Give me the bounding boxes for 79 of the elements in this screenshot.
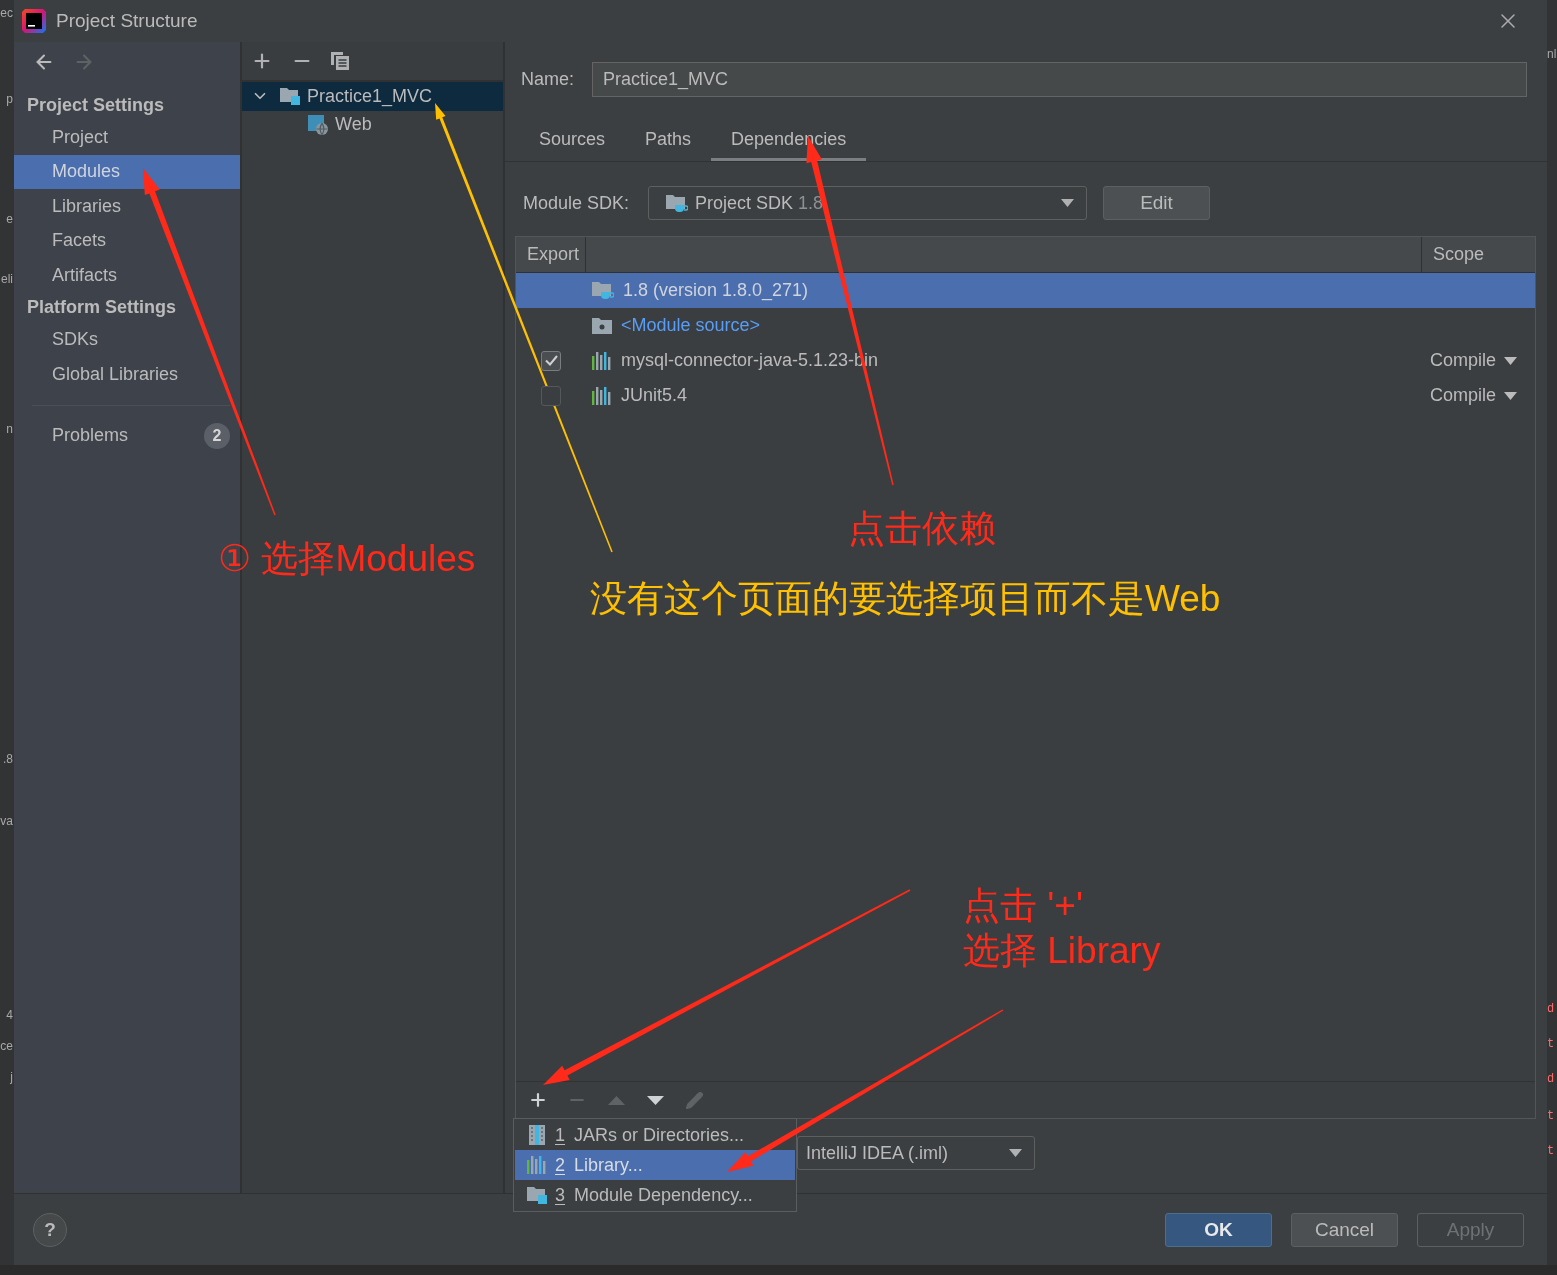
sdk-dropdown[interactable]: Project SDK 1.8: [648, 186, 1087, 220]
column-header: Scope: [1433, 244, 1485, 265]
dialog-button[interactable]: OK: [1165, 1213, 1272, 1247]
module-sdk-label: Module SDK:: [523, 192, 631, 214]
checkbox[interactable]: [541, 350, 561, 371]
annotation-text: 点击 '+' 选择 Library: [963, 884, 1161, 973]
sidebar-item[interactable]: Global Libraries: [14, 357, 240, 392]
format-dropdown[interactable]: IntelliJ IDEA (.iml): [797, 1136, 1035, 1170]
column-header: Export: [527, 244, 580, 265]
background-text: ec: [0, 6, 13, 21]
caret-icon: [1009, 1149, 1022, 1157]
background-text: n: [6, 422, 13, 437]
module-folder-icon: [527, 1186, 547, 1204]
background-text: ce: [0, 1039, 13, 1054]
background-text: p: [6, 92, 13, 107]
annotation-text: ① 选择Modules: [218, 537, 476, 581]
source-folder-icon: [592, 317, 612, 334]
background-text: d: [1547, 1002, 1555, 1017]
sidebar-item[interactable]: Project: [14, 120, 240, 155]
sidebar-item[interactable]: Problems 2: [14, 418, 240, 453]
background-text: t: [1547, 1037, 1555, 1052]
tab[interactable]: Paths: [625, 118, 712, 161]
table-row[interactable]: <Module source>: [516, 308, 1535, 343]
background-text: 4: [6, 1008, 13, 1023]
caret-icon: [1504, 356, 1518, 365]
section-heading: Platform Settings: [26, 296, 178, 319]
background-text: j: [10, 1070, 13, 1085]
tree-item[interactable]: Web: [242, 110, 503, 139]
sdk-folder-icon: [592, 281, 614, 300]
scope-dropdown[interactable]: Compile: [1430, 385, 1518, 406]
sidebar-item[interactable]: SDKs: [14, 322, 240, 357]
section-heading: Project Settings: [26, 93, 166, 117]
background-text: va: [0, 814, 13, 829]
edit-button[interactable]: Edit: [1103, 186, 1210, 220]
background-text: e: [6, 212, 13, 227]
app-logo-icon: [22, 9, 46, 33]
sidebar-item[interactable]: Modules: [14, 154, 240, 189]
checkmark-icon: [544, 355, 558, 366]
copy-icon[interactable]: [331, 52, 349, 70]
menu-item[interactable]: 2 Library...: [515, 1150, 795, 1180]
background-text: t: [1547, 1144, 1555, 1159]
sdk-folder-icon: [666, 193, 688, 213]
library-icon: [592, 386, 612, 405]
help-button[interactable]: ?: [33, 1213, 67, 1247]
library-icon: [592, 351, 612, 370]
menu-item[interactable]: 3 Module Dependency...: [515, 1180, 795, 1210]
table-row[interactable]: JUnit5.4 Compile: [516, 378, 1535, 413]
dependency-name: JUnit5.4: [621, 385, 688, 406]
name-field[interactable]: Practice1_MVC: [592, 62, 1527, 97]
caret-icon: [1061, 199, 1074, 207]
name-label: Name:: [521, 69, 574, 90]
annotation-text: 点击依赖: [848, 507, 996, 551]
background-text: eli: [1, 272, 13, 287]
web-globe-icon: [308, 114, 328, 135]
sidebar-item[interactable]: Facets: [14, 223, 240, 258]
tab[interactable]: Sources: [519, 118, 626, 161]
checkbox[interactable]: [541, 385, 561, 406]
module-source-link[interactable]: <Module source>: [621, 315, 761, 336]
window-title: Project Structure: [56, 10, 198, 32]
annotation-text: 没有这个页面的要选择项目而不是Web: [590, 577, 1221, 621]
dialog-button[interactable]: Cancel: [1291, 1213, 1398, 1247]
tree-item[interactable]: Practice1_MVC: [242, 82, 503, 111]
background-text: d: [1547, 1072, 1555, 1087]
scope-dropdown[interactable]: Compile: [1430, 350, 1518, 371]
background-text: .8: [3, 752, 13, 767]
caret-icon: [1504, 391, 1518, 400]
archive-icon: [529, 1125, 545, 1145]
sidebar-item[interactable]: Libraries: [14, 189, 240, 224]
background-text: nl: [1547, 47, 1557, 62]
sidebar-item[interactable]: Artifacts: [14, 258, 240, 293]
down-triangle-icon[interactable]: [646, 1095, 664, 1105]
library-icon: [527, 1156, 547, 1174]
count-badge: 2: [204, 422, 230, 449]
menu-item[interactable]: 1 JARs or Directories...: [515, 1120, 795, 1150]
background-text: t: [1547, 1109, 1555, 1124]
table-row[interactable]: 1.8 (version 1.8.0_271): [516, 273, 1535, 308]
module-folder-icon: [280, 87, 300, 106]
plus-icon[interactable]: [528, 1090, 548, 1110]
dependency-name: 1.8 (version 1.8.0_271): [623, 280, 809, 301]
